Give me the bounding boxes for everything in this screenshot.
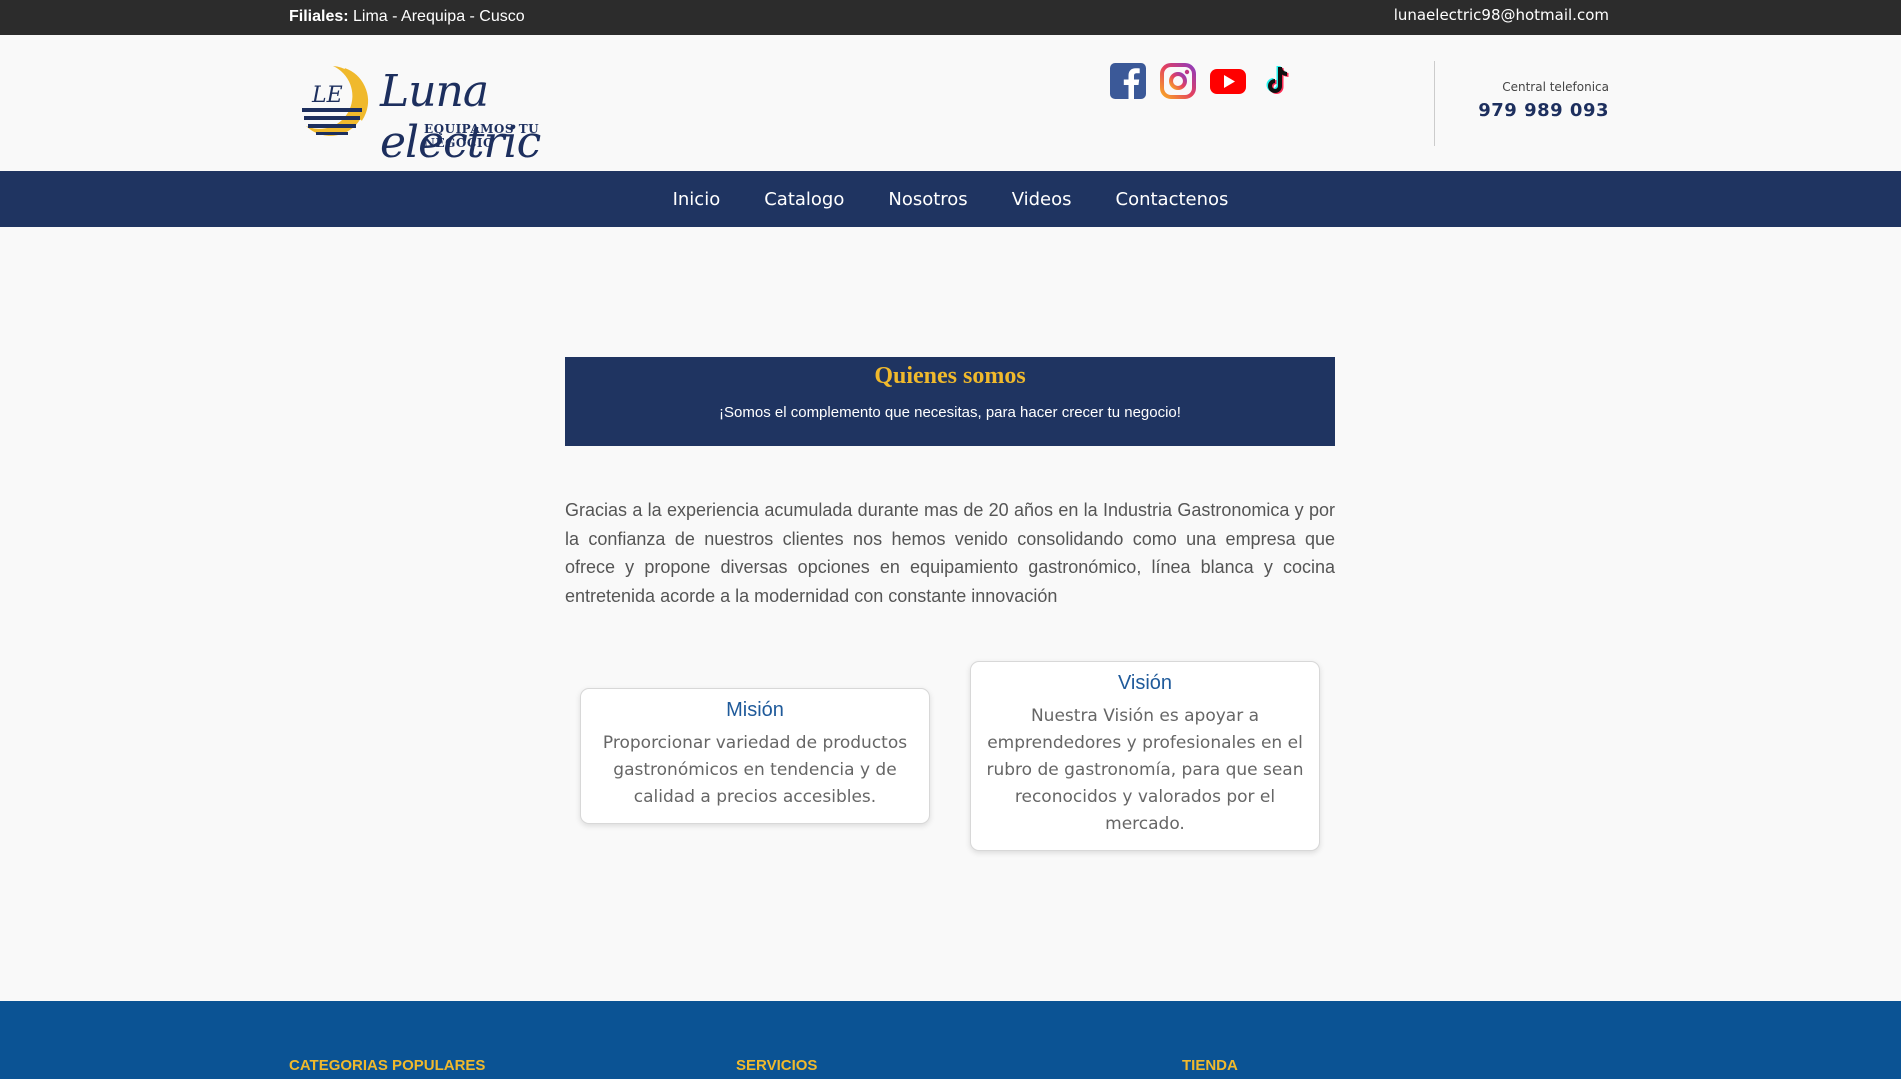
mission-title: Misión (726, 699, 784, 721)
about-intro: Gracias a la experiencia acumulada duran… (565, 500, 1335, 606)
contact-email[interactable]: lunaelectric98@hotmail.com (1394, 6, 1609, 24)
brand-name: Luna electric (380, 66, 541, 168)
phone-label: Central telefonica (1502, 80, 1609, 94)
branches-info: Filiales: Lima - Arequipa - Cusco (289, 8, 525, 26)
about-subtitle: ¡Somos el complemento que necesitas, par… (719, 404, 1181, 421)
nav-item-contactenos[interactable]: Contactenos (1094, 189, 1251, 210)
mission-card: Misión Proporcionar variedad de producto… (580, 688, 930, 824)
footer-heading-servicios: SERVICIOS (736, 1057, 818, 1074)
site-footer: CATEGORIAS POPULARES SERVICIOS TIENDA (0, 1001, 1901, 1079)
nav-item-inicio[interactable]: Inicio (651, 189, 743, 210)
footer-heading-tienda: TIENDA (1182, 1057, 1238, 1074)
phone-number[interactable]: 979 989 093 (1478, 100, 1609, 121)
nav-item-nosotros[interactable]: Nosotros (866, 189, 989, 210)
youtube-icon[interactable] (1210, 63, 1246, 99)
facebook-icon[interactable] (1110, 63, 1146, 99)
svg-text:LE: LE (311, 83, 343, 108)
top-bar: Filiales: Lima - Arequipa - Cusco lunael… (0, 0, 1901, 35)
nav-item-videos[interactable]: Videos (990, 189, 1094, 210)
vision-text: Nuestra Visión es apoyar a emprendedores… (986, 706, 1304, 834)
phone-block: Central telefonica 979 989 093 (1478, 80, 1609, 121)
footer-heading-categorias: CATEGORIAS POPULARES (289, 1057, 486, 1074)
header-divider (1434, 61, 1435, 146)
branches-label: Filiales: (289, 8, 349, 25)
instagram-icon[interactable] (1160, 63, 1196, 99)
vision-title: Visión (1117, 672, 1173, 694)
logo[interactable]: LE Luna electric EQUIPAMOS TU NEGOCIO (294, 62, 604, 168)
about-banner: Quienes somos ¡Somos el complemento que … (565, 357, 1335, 446)
vision-card: Visión Nuestra Visión es apoyar a empren… (970, 661, 1320, 851)
brand-tagline: EQUIPAMOS TU NEGOCIO (424, 122, 540, 150)
nav-item-catalogo[interactable]: Catalogo (742, 189, 866, 210)
main-nav: Inicio Catalogo Nosotros Videos Contacte… (0, 171, 1901, 227)
mission-text: Proporcionar variedad de productos gastr… (602, 733, 908, 807)
branches-list: Lima - Arequipa - Cusco (348, 8, 525, 25)
logo-mark-icon: LE (298, 66, 368, 136)
site-header: LE Luna electric EQUIPAMOS TU NEGOCIO Ce… (0, 35, 1901, 171)
about-title: Quienes somos (874, 363, 1026, 389)
social-links (1110, 63, 1296, 99)
tiktok-icon[interactable] (1260, 63, 1296, 99)
